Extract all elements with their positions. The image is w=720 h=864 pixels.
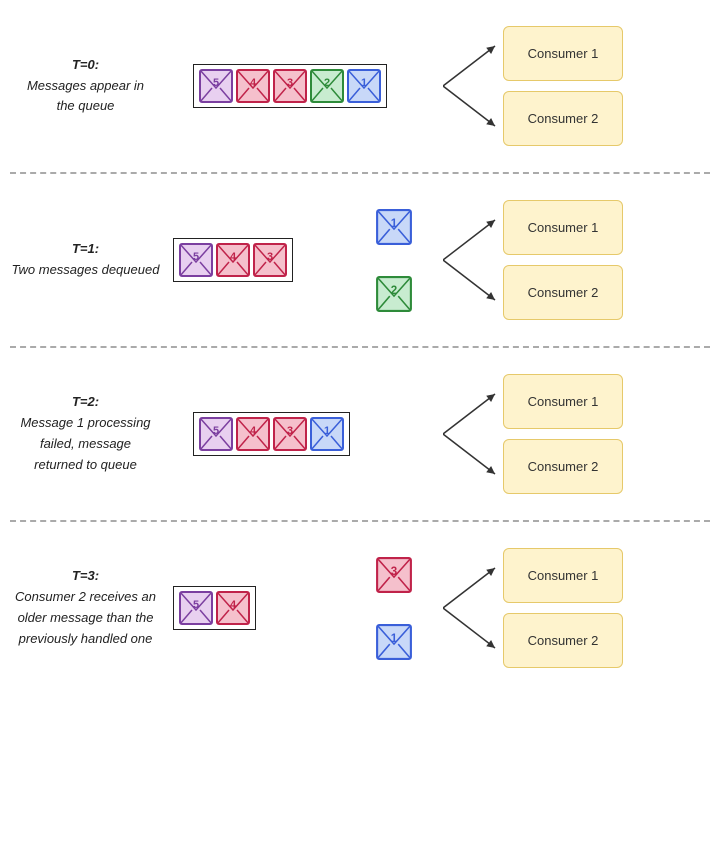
- connector-svg: [443, 16, 503, 156]
- queue-message: 5: [198, 416, 234, 452]
- svg-text:4: 4: [230, 599, 237, 611]
- svg-text:4: 4: [250, 425, 257, 437]
- queue-message: 1: [346, 68, 382, 104]
- svg-text:5: 5: [193, 251, 199, 263]
- svg-text:5: 5: [213, 77, 219, 89]
- connector-svg: [443, 538, 503, 678]
- svg-text:1: 1: [361, 77, 367, 89]
- queue-box: 5 4 3: [173, 238, 293, 282]
- queue-box: 5 4 3 2 1: [193, 64, 387, 108]
- section-t2: T=2:Message 1 processingfailed, messager…: [0, 348, 720, 522]
- section-label-t2: T=2:Message 1 processingfailed, messager…: [8, 392, 163, 475]
- queue-message: 2: [309, 68, 345, 104]
- section-t0: T=0:Messages appear inthe queue 5 4 3 2 …: [0, 0, 720, 174]
- queue-message: 5: [178, 590, 214, 626]
- floating-message: 3: [375, 556, 413, 594]
- consumer-box-0: Consumer 1: [503, 374, 623, 429]
- section-t1: T=1:Two messages dequeued 5 4 3 1 2 Cons…: [0, 174, 720, 348]
- consumer-box-0: Consumer 1: [503, 26, 623, 81]
- section-label-t1: T=1:Two messages dequeued: [8, 239, 163, 281]
- svg-text:2: 2: [324, 77, 330, 89]
- svg-text:1: 1: [324, 425, 330, 437]
- floating-message: 1: [375, 623, 413, 661]
- queue-box: 5 4: [173, 586, 256, 630]
- consumer-box-0: Consumer 1: [503, 200, 623, 255]
- queue-message: 5: [178, 242, 214, 278]
- svg-text:5: 5: [213, 425, 219, 437]
- time-label: T=1:: [72, 241, 99, 256]
- queue-message: 4: [235, 68, 271, 104]
- svg-text:1: 1: [391, 632, 398, 645]
- svg-text:2: 2: [391, 284, 397, 297]
- section-label-t3: T=3:Consumer 2 receives anolder message …: [8, 566, 163, 649]
- connector-svg: [443, 190, 503, 330]
- section-t3: T=3:Consumer 2 receives anolder message …: [0, 522, 720, 694]
- section-label-t0: T=0:Messages appear inthe queue: [8, 55, 163, 117]
- queue-message: 4: [215, 242, 251, 278]
- queue-message: 5: [198, 68, 234, 104]
- time-label: T=0:: [72, 57, 99, 72]
- consumer-box-1: Consumer 2: [503, 439, 623, 494]
- consumer-box-0: Consumer 1: [503, 548, 623, 603]
- svg-text:3: 3: [267, 251, 273, 263]
- time-label: T=2:: [72, 394, 99, 409]
- svg-text:4: 4: [230, 251, 237, 263]
- connector-svg: [443, 364, 503, 504]
- queue-box: 5 4 3 1: [193, 412, 350, 456]
- queue-message: 3: [272, 416, 308, 452]
- queue-message: 3: [272, 68, 308, 104]
- svg-text:3: 3: [391, 565, 398, 578]
- svg-text:4: 4: [250, 77, 257, 89]
- svg-text:5: 5: [193, 599, 199, 611]
- consumer-box-1: Consumer 2: [503, 91, 623, 146]
- time-label: T=3:: [72, 568, 99, 583]
- queue-message: 4: [235, 416, 271, 452]
- queue-message: 3: [252, 242, 288, 278]
- queue-message: 1: [309, 416, 345, 452]
- floating-message: 2: [375, 275, 413, 313]
- svg-text:3: 3: [287, 425, 293, 437]
- floating-message: 1: [375, 208, 413, 246]
- consumer-box-1: Consumer 2: [503, 613, 623, 668]
- consumer-box-1: Consumer 2: [503, 265, 623, 320]
- svg-text:3: 3: [287, 77, 293, 89]
- svg-text:1: 1: [391, 217, 398, 230]
- queue-message: 4: [215, 590, 251, 626]
